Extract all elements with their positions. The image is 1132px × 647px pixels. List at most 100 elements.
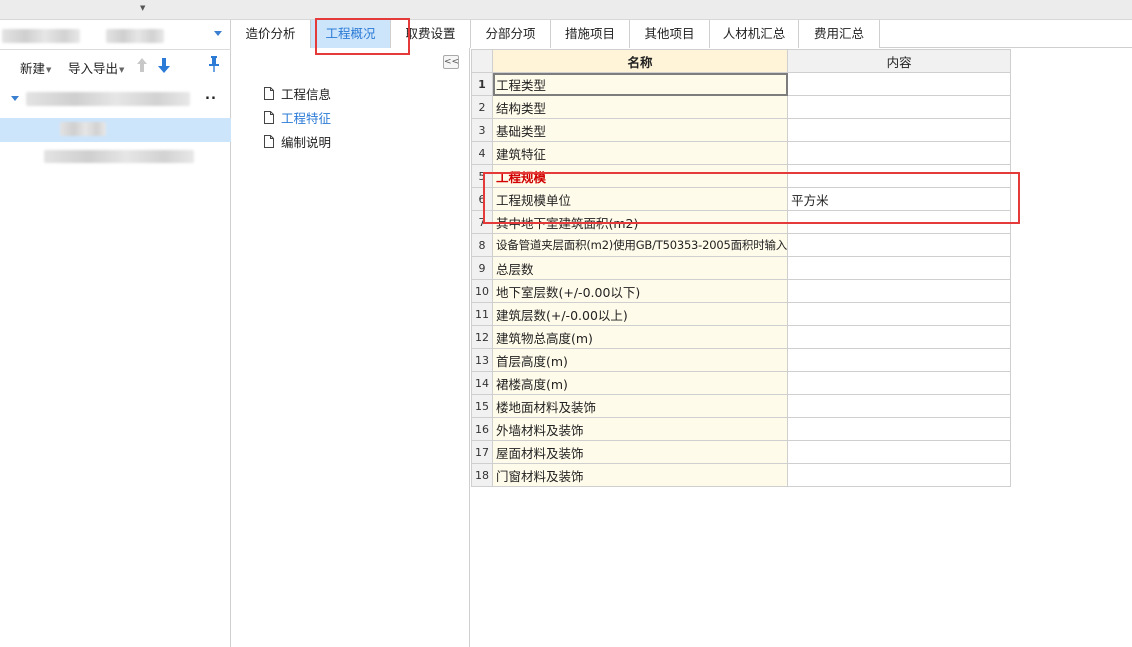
table-row[interactable]: 11 建筑层数(+/-0.00以上) <box>471 302 1012 326</box>
feature-content-cell[interactable] <box>787 348 1012 372</box>
feature-content-cell[interactable] <box>787 95 1012 119</box>
document-icon <box>264 110 274 124</box>
table-row[interactable]: 3 基础类型 <box>471 118 1012 142</box>
pin-icon[interactable] <box>208 56 220 72</box>
blurred-tree-node[interactable] <box>60 122 106 136</box>
feature-name-cell[interactable]: 结构类型 <box>491 95 789 119</box>
row-number: 14 <box>471 371 493 395</box>
arrow-up-icon[interactable] <box>137 58 147 72</box>
feature-name-cell[interactable]: 基础类型 <box>491 118 789 142</box>
feature-content-cell[interactable] <box>787 371 1012 395</box>
tab-labor-material-summary[interactable]: 人材机汇总 <box>710 20 799 48</box>
table-row[interactable]: 9 总层数 <box>471 256 1012 280</box>
table-row[interactable]: 2 结构类型 <box>471 95 1012 119</box>
feature-content-cell[interactable] <box>787 279 1012 303</box>
blurred-tree-node[interactable] <box>44 150 194 163</box>
feature-content-cell[interactable] <box>787 417 1012 441</box>
row-number: 18 <box>471 463 493 487</box>
row-number: 16 <box>471 417 493 441</box>
arrow-down-icon[interactable] <box>158 58 170 73</box>
tab-measures[interactable]: 措施项目 <box>551 20 630 48</box>
feature-content-cell[interactable]: 平方米 <box>787 187 1012 211</box>
table-row[interactable]: 14 裙楼高度(m) <box>471 371 1012 395</box>
column-header-content[interactable]: 内容 <box>787 49 1012 73</box>
table-row[interactable]: 1 工程类型 <box>471 72 1012 96</box>
caret-down-icon: ▼ <box>119 66 125 74</box>
collapse-panel-button[interactable]: << <box>443 55 459 69</box>
feature-content-cell[interactable] <box>787 463 1012 487</box>
row-number: 13 <box>471 348 493 372</box>
nav-item-project-info[interactable]: 工程信息 <box>264 84 331 102</box>
caret-down-icon: ▼ <box>46 66 52 74</box>
feature-name-cell[interactable]: 门窗材料及装饰 <box>491 463 789 487</box>
feature-name-cell[interactable]: 裙楼高度(m) <box>491 371 789 395</box>
chevron-down-icon[interactable] <box>214 31 222 36</box>
table-row[interactable]: 16 外墙材料及装饰 <box>471 417 1012 441</box>
expand-arrow-icon[interactable] <box>11 96 19 101</box>
new-button[interactable]: 新建▼ <box>20 58 51 77</box>
feature-name-cell[interactable]: 建筑特征 <box>491 141 789 165</box>
feature-content-cell[interactable] <box>787 118 1012 142</box>
table-row[interactable]: 8 设备管道夹层面积(m2)使用GB/T50353-2005面积时输入 <box>471 233 1012 257</box>
feature-content-cell[interactable] <box>787 233 1012 257</box>
feature-content-cell[interactable] <box>787 210 1012 234</box>
grid-corner[interactable] <box>471 49 493 73</box>
feature-name-cell[interactable]: 总层数 <box>491 256 789 280</box>
feature-name-cell[interactable]: 外墙材料及装饰 <box>491 417 789 441</box>
import-export-button[interactable]: 导入导出▼ <box>68 58 124 77</box>
tab-project-overview[interactable]: 工程概况 <box>311 20 391 48</box>
feature-content-cell[interactable] <box>787 394 1012 418</box>
tree-toolbar: 新建▼ 导入导出▼ <box>0 50 231 80</box>
feature-name-cell[interactable]: 首层高度(m) <box>491 348 789 372</box>
feature-content-cell[interactable] <box>787 325 1012 349</box>
tab-fee-settings[interactable]: 取费设置 <box>391 20 471 48</box>
feature-content-cell[interactable] <box>787 141 1012 165</box>
feature-content-cell[interactable] <box>787 72 1012 96</box>
tab-cost-analysis[interactable]: 造价分析 <box>231 20 311 48</box>
tab-sub-items[interactable]: 分部分项 <box>471 20 551 48</box>
row-number: 8 <box>471 233 493 257</box>
chevron-down-icon[interactable]: ▼ <box>140 4 145 12</box>
feature-content-cell[interactable] <box>787 302 1012 326</box>
table-row[interactable]: 12 建筑物总高度(m) <box>471 325 1012 349</box>
tab-fee-summary[interactable]: 费用汇总 <box>799 20 880 48</box>
table-row[interactable]: 10 地下室层数(+/-0.00以下) <box>471 279 1012 303</box>
selected-tree-node[interactable] <box>0 118 231 142</box>
row-number: 10 <box>471 279 493 303</box>
feature-content-cell[interactable] <box>787 440 1012 464</box>
table-row[interactable]: 5 工程规模 <box>471 164 1012 188</box>
tab-other-items[interactable]: 其他项目 <box>630 20 710 48</box>
table-row[interactable]: 7 其中地下室建筑面积(m2) <box>471 210 1012 234</box>
row-number: 2 <box>471 95 493 119</box>
section-heading-cell[interactable]: 工程规模 <box>491 164 789 188</box>
table-row[interactable]: 6 工程规模单位 平方米 <box>471 187 1012 211</box>
feature-name-cell[interactable]: 屋面材料及装饰 <box>491 440 789 464</box>
feature-name-cell[interactable]: 地下室层数(+/-0.00以下) <box>491 279 789 303</box>
table-row[interactable]: 18 门窗材料及装饰 <box>471 463 1012 487</box>
column-header-name[interactable]: 名称 <box>491 49 789 73</box>
row-number: 4 <box>471 141 493 165</box>
blurred-tree-node[interactable] <box>26 92 190 106</box>
row-number: 12 <box>471 325 493 349</box>
row-number: 7 <box>471 210 493 234</box>
table-row[interactable]: 15 楼地面材料及装饰 <box>471 394 1012 418</box>
row-number: 17 <box>471 440 493 464</box>
feature-name-cell[interactable]: 建筑物总高度(m) <box>491 325 789 349</box>
feature-content-cell[interactable] <box>787 164 1012 188</box>
project-selector[interactable] <box>0 20 231 50</box>
feature-content-cell[interactable] <box>787 256 1012 280</box>
table-row[interactable]: 13 首层高度(m) <box>471 348 1012 372</box>
feature-name-cell[interactable]: 其中地下室建筑面积(m2) <box>491 210 789 234</box>
nav-item-project-features[interactable]: 工程特征 <box>264 108 331 126</box>
tree-node-ellipsis: .. <box>205 88 217 103</box>
feature-name-cell[interactable]: 建筑层数(+/-0.00以上) <box>491 302 789 326</box>
nav-item-compilation-notes[interactable]: 编制说明 <box>264 132 331 150</box>
nav-item-label: 工程特征 <box>281 110 332 126</box>
table-row[interactable]: 4 建筑特征 <box>471 141 1012 165</box>
row-number: 5 <box>471 164 493 188</box>
feature-name-cell[interactable]: 楼地面材料及装饰 <box>491 394 789 418</box>
table-row[interactable]: 17 屋面材料及装饰 <box>471 440 1012 464</box>
feature-name-cell[interactable]: 设备管道夹层面积(m2)使用GB/T50353-2005面积时输入 <box>491 233 789 257</box>
feature-name-cell[interactable]: 工程规模单位 <box>491 187 789 211</box>
feature-name-cell[interactable]: 工程类型 <box>491 72 789 96</box>
